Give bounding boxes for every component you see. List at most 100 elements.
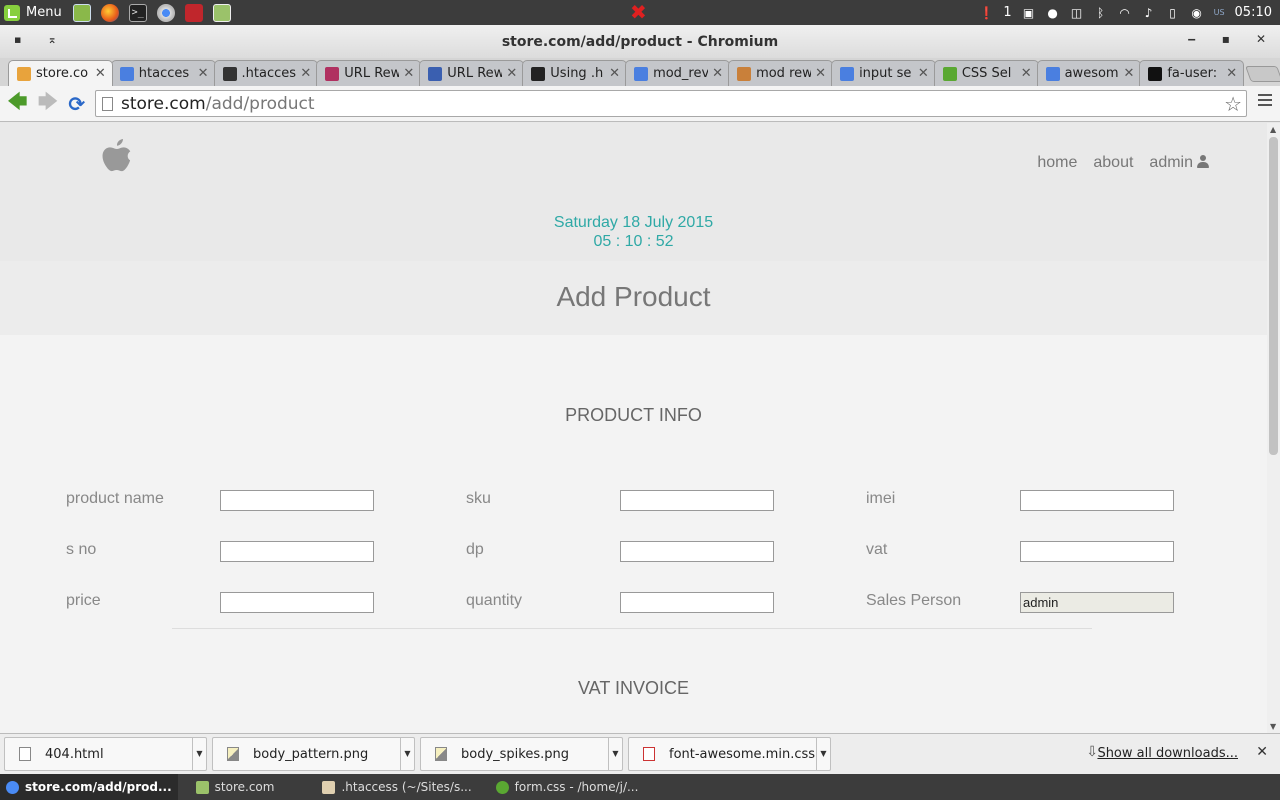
wifi-icon[interactable]: ◠ <box>1118 6 1132 20</box>
tab-close-icon[interactable]: ✕ <box>1123 66 1134 81</box>
tab-close-icon[interactable]: ✕ <box>1021 66 1032 81</box>
tab-close-icon[interactable]: ✕ <box>609 66 620 81</box>
product-name-input[interactable] <box>220 490 374 511</box>
tab-close-icon[interactable]: ✕ <box>403 66 414 81</box>
keyboard-layout[interactable]: US <box>1214 8 1225 17</box>
tab-close-icon[interactable]: ✕ <box>300 66 311 81</box>
download-filename: 404.html <box>45 746 104 762</box>
browser-tab[interactable]: awesom ✕ <box>1036 60 1142 86</box>
chromium-launcher-icon[interactable] <box>156 3 175 22</box>
notification-icon[interactable]: ❗ <box>979 6 994 20</box>
sku-input[interactable] <box>620 490 774 511</box>
store-favicon-icon <box>17 66 31 81</box>
browser-tab[interactable]: .htacces ✕ <box>213 60 319 86</box>
tab-close-icon[interactable]: ✕ <box>95 66 106 81</box>
taskbar-item-formcss[interactable]: form.css - /home/j/... <box>490 774 645 800</box>
maximize-icon[interactable]: ▪ <box>1222 32 1230 46</box>
mint-logo-icon <box>4 4 20 21</box>
tab-close-icon[interactable]: ✕ <box>815 66 826 81</box>
browser-tab[interactable]: mod_rev ✕ <box>625 60 731 86</box>
battery-icon[interactable]: ▯ <box>1166 6 1180 20</box>
download-menu-arrow-icon[interactable]: ▼ <box>608 737 622 771</box>
scroll-up-arrow-icon[interactable]: ▲ <box>1270 125 1276 134</box>
editor-launcher-icon[interactable] <box>184 3 203 22</box>
scroll-thumb[interactable] <box>1269 137 1278 455</box>
browser-toolbar: 🡄 🡆 ⟳ store.com/add/product ☆ <box>0 86 1280 122</box>
clock[interactable]: 05:10 <box>1235 5 1272 20</box>
browser-tab[interactable]: URL Rew ✕ <box>316 60 422 86</box>
new-tab-button[interactable] <box>1245 66 1280 82</box>
back-arrow-icon[interactable]: 🡄 <box>7 87 28 121</box>
browser-tab[interactable]: CSS Sel ✕ <box>933 60 1039 86</box>
download-filename: body_spikes.png <box>461 746 569 762</box>
nav-home-link[interactable]: home <box>1037 154 1077 172</box>
page-scrollbar[interactable]: ▲ ▼ <box>1267 123 1280 733</box>
terminal-launcher-icon[interactable]: >_ <box>128 3 147 22</box>
forward-arrow-icon[interactable]: 🡆 <box>38 87 59 121</box>
download-item[interactable]: body_spikes.png ▼ <box>420 737 623 771</box>
tab-strip: store.co ✕ htacces ✕ .htacces ✕ URL Rew ✕ URL Re… <box>0 58 1280 86</box>
download-menu-arrow-icon[interactable]: ▼ <box>192 737 206 771</box>
scroll-down-arrow-icon[interactable]: ▼ <box>1270 722 1276 731</box>
browser-tab[interactable]: URL Rew ✕ <box>419 60 525 86</box>
bookmark-star-icon[interactable]: ☆ <box>1224 92 1242 116</box>
time-text: 05 : 10 : 52 <box>593 233 674 250</box>
system-monitor-icon[interactable]: ▣ <box>1022 6 1036 20</box>
browser-tab[interactable]: store.co ✕ <box>8 60 113 86</box>
download-item[interactable]: body_pattern.png ▼ <box>212 737 415 771</box>
tab-close-icon[interactable]: ✕ <box>1226 66 1237 81</box>
tab-close-icon[interactable]: ✕ <box>918 66 929 81</box>
imei-label: imei <box>866 490 896 507</box>
bluetooth-icon[interactable]: ᛒ <box>1094 6 1108 20</box>
files-launcher-icon[interactable] <box>72 3 91 22</box>
address-bar[interactable]: store.com/add/product ☆ <box>95 90 1247 117</box>
close-shelf-icon[interactable]: ✕ <box>1256 744 1268 760</box>
browser-tab[interactable]: fa-user: ✕ <box>1139 60 1245 86</box>
download-item[interactable]: 404.html ▼ <box>4 737 207 771</box>
google-favicon-icon <box>840 66 855 81</box>
page-title: Add Product <box>556 281 711 312</box>
form-row-2: s no dp vat <box>0 541 1267 563</box>
taskbar-item-store[interactable]: store.com <box>190 774 281 800</box>
chrome-menu-icon[interactable] <box>1258 94 1272 109</box>
download-menu-arrow-icon[interactable]: ▼ <box>400 737 414 771</box>
window-menu-icon[interactable]: ▪ <box>14 33 21 46</box>
download-item[interactable]: font-awesome.min.css ▼ <box>628 737 831 771</box>
sales-person-input[interactable] <box>1020 592 1174 613</box>
close-x-icon[interactable]: ✖ <box>630 2 647 22</box>
nav-admin-link[interactable]: admin <box>1149 154 1209 172</box>
imei-input[interactable] <box>1020 490 1174 511</box>
pidgin-icon[interactable]: ◉ <box>1190 6 1204 20</box>
update-icon[interactable]: ◫ <box>1070 6 1084 20</box>
browser-tab[interactable]: input se ✕ <box>831 60 936 86</box>
window-close-icon[interactable]: ✕ <box>1256 32 1266 46</box>
reload-icon[interactable]: ⟳ <box>68 92 85 116</box>
dp-input[interactable] <box>620 541 774 562</box>
browser-tab[interactable]: htacces ✕ <box>110 60 216 86</box>
download-menu-arrow-icon[interactable]: ▼ <box>816 737 830 771</box>
vat-input[interactable] <box>1020 541 1174 562</box>
window-pin-icon[interactable]: ⌅ <box>47 33 56 46</box>
user-tray-icon[interactable]: ● <box>1046 6 1060 20</box>
minimize-icon[interactable]: ‒ <box>1187 32 1195 46</box>
price-input[interactable] <box>220 592 374 613</box>
apple-logo-icon[interactable] <box>100 137 134 179</box>
taskbar-item-htaccess[interactable]: .htaccess (~/Sites/s... <box>316 774 477 800</box>
tab-close-icon[interactable]: ✕ <box>198 66 209 81</box>
start-menu-button[interactable]: Menu <box>0 0 68 25</box>
product-name-label: product name <box>66 490 164 507</box>
volume-icon[interactable]: ♪ <box>1142 6 1156 20</box>
tab-close-icon[interactable]: ✕ <box>506 66 517 81</box>
text-editor-launcher-icon[interactable] <box>212 3 231 22</box>
nav-about-link[interactable]: about <box>1093 154 1133 172</box>
quantity-input[interactable] <box>620 592 774 613</box>
s-no-input[interactable] <box>220 541 374 562</box>
taskbar-item-label: .htaccess (~/Sites/s... <box>341 780 472 794</box>
firefox-launcher-icon[interactable] <box>100 3 119 22</box>
tab-close-icon[interactable]: ✕ <box>712 66 723 81</box>
browser-tab[interactable]: mod rew ✕ <box>728 60 834 86</box>
browser-tab[interactable]: Using .h ✕ <box>522 60 628 86</box>
taskbar-item-chromium[interactable]: store.com/add/prod... <box>0 774 178 800</box>
google-favicon-icon <box>634 66 649 81</box>
show-all-downloads-link[interactable]: Show all downloads... <box>1097 746 1238 761</box>
